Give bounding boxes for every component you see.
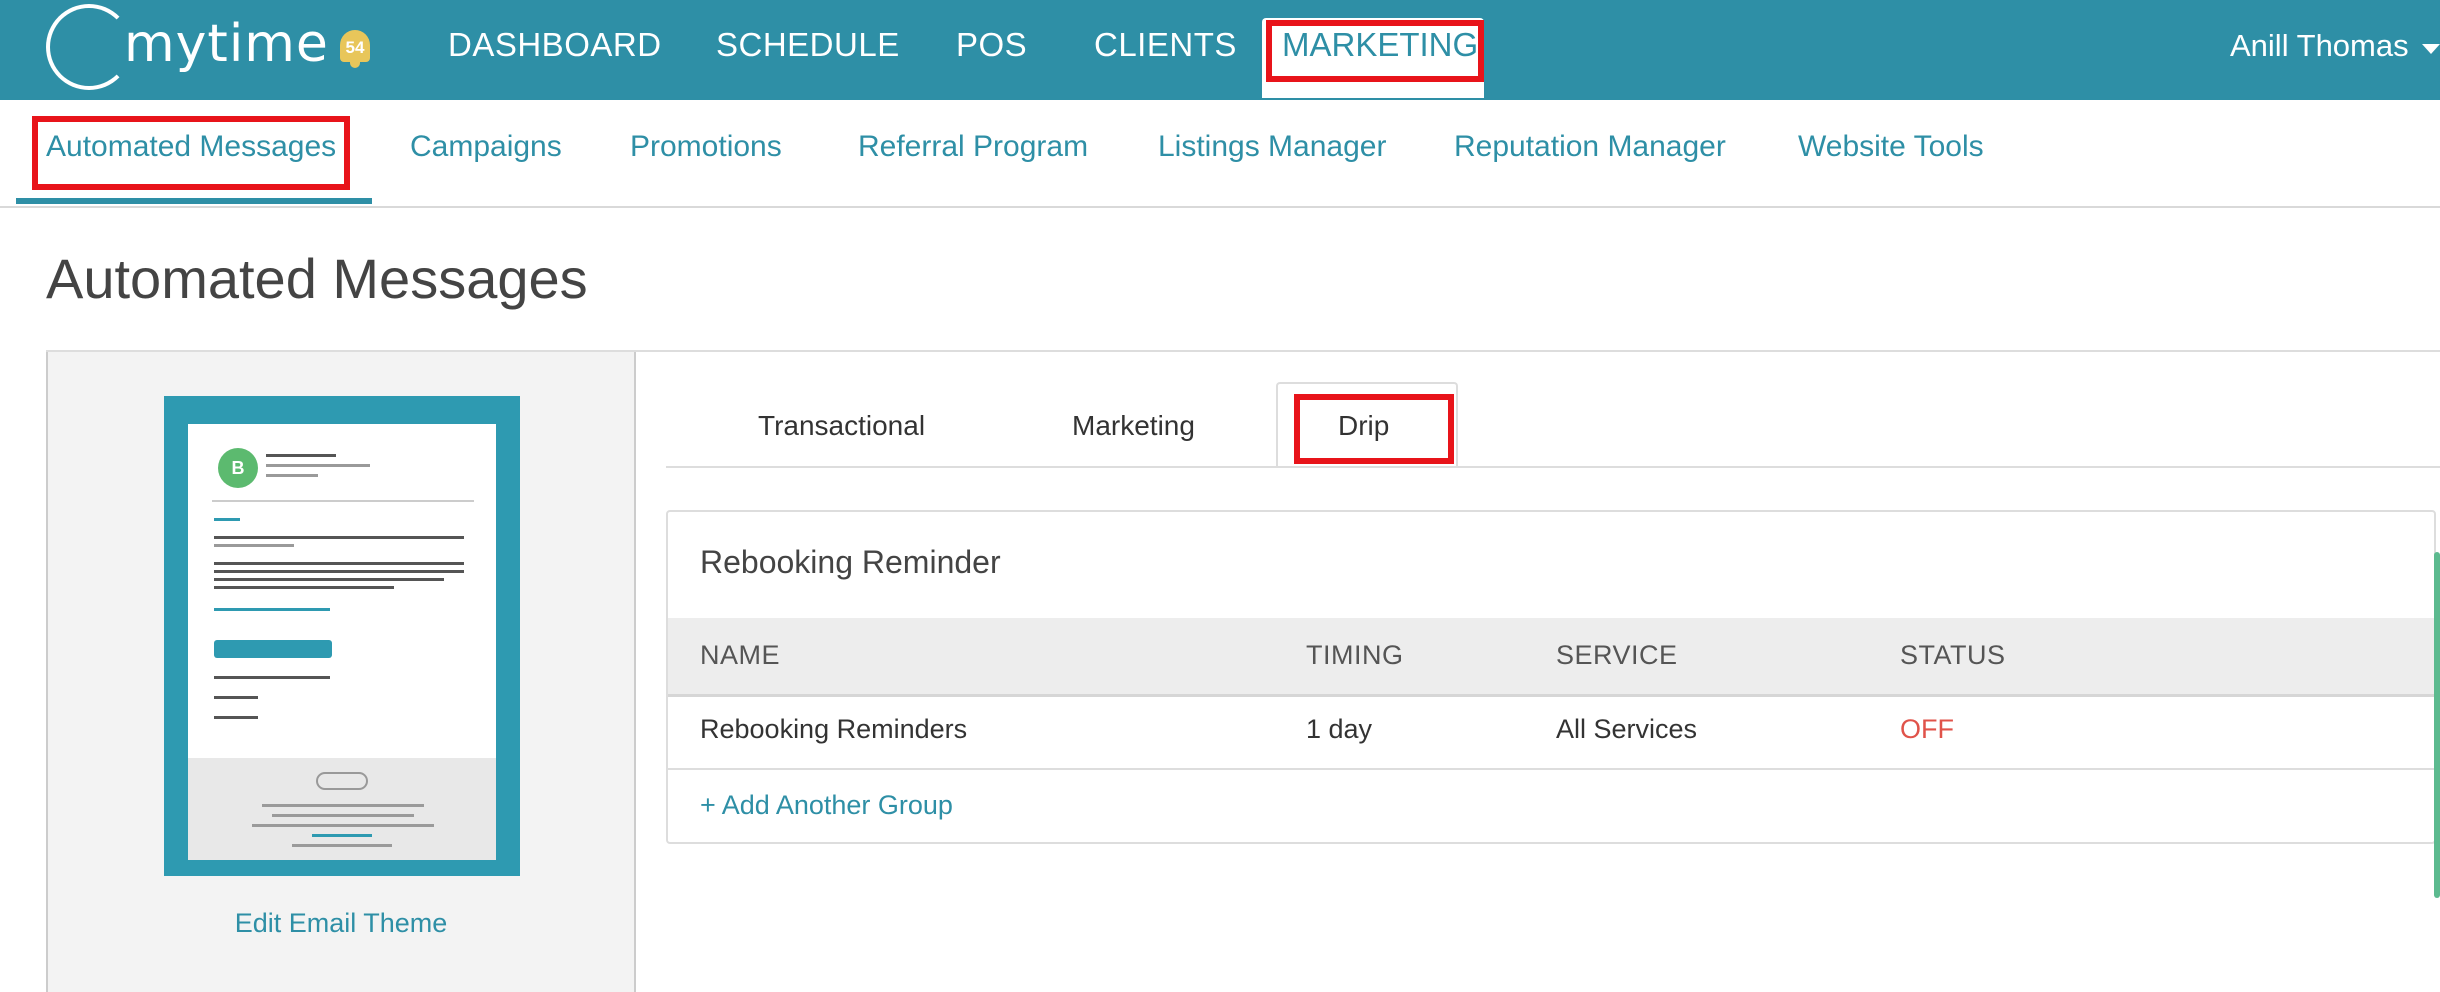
edit-email-theme-link[interactable]: Edit Email Theme [48,908,634,939]
email-theme-panel: B Edit Email Theme [46,352,636,992]
status-badge[interactable]: OFF [1900,714,1954,745]
email-preview-footer [188,758,496,860]
tab-marketing[interactable]: Marketing [1072,410,1195,442]
column-header-status: STATUS [1900,640,2006,670]
subnav-reputation-manager[interactable]: Reputation Manager [1454,130,1726,164]
annotation-highlight-marketing [1266,20,1484,82]
annotation-highlight-automated-messages [32,116,350,190]
email-preview-page: B [188,424,496,860]
email-theme-preview[interactable]: B [164,396,520,876]
mytime-logo[interactable]: mytime [46,4,328,94]
subnav-referral-program[interactable]: Referral Program [858,130,1088,164]
tabs-divider [666,466,2440,468]
subnav-listings-manager[interactable]: Listings Manager [1158,130,1386,164]
row-timing: 1 day [1306,714,1373,744]
top-navbar: mytime 54 DASHBOARD SCHEDULE POS CLIENTS… [0,0,2440,100]
tab-transactional[interactable]: Transactional [758,410,925,442]
row-name[interactable]: Rebooking Reminders [700,714,967,745]
logo-ring-icon [46,4,132,90]
user-menu[interactable]: Anill Thomas [2230,28,2409,64]
rebooking-reminder-card: Rebooking Reminder NAME TIMING SERVICE S… [666,510,2436,844]
bell-icon[interactable]: 54 [336,28,376,70]
active-subnav-underline [16,198,372,204]
page-title: Automated Messages [46,247,588,310]
caret-down-icon[interactable] [2422,44,2440,54]
annotation-highlight-drip [1294,394,1454,464]
notification-count: 54 [345,38,365,57]
marketing-subnav: Automated Messages Campaigns Promotions … [0,100,2440,208]
nav-schedule[interactable]: SCHEDULE [716,26,900,64]
nav-clients[interactable]: CLIENTS [1094,26,1237,64]
business-logo-icon: B [218,448,258,488]
column-header-timing: TIMING [1306,640,1404,670]
subnav-campaigns[interactable]: Campaigns [410,130,562,164]
column-header-service: SERVICE [1556,640,1678,670]
table-header: NAME TIMING SERVICE STATUS [668,618,2434,697]
subnav-promotions[interactable]: Promotions [630,130,782,164]
nav-dashboard[interactable]: DASHBOARD [448,26,662,64]
card-title: Rebooking Reminder [700,544,1001,580]
row-service: All Services [1556,714,1698,744]
table-row[interactable]: Rebooking Reminders 1 day All Services O… [668,694,2434,770]
subnav-website-tools[interactable]: Website Tools [1798,130,1984,164]
nav-pos[interactable]: POS [956,26,1027,64]
column-header-name: NAME [700,640,781,670]
scrollbar[interactable] [2434,552,2440,898]
logo-text: mytime [124,14,329,74]
add-another-group-link[interactable]: + Add Another Group [700,790,953,821]
